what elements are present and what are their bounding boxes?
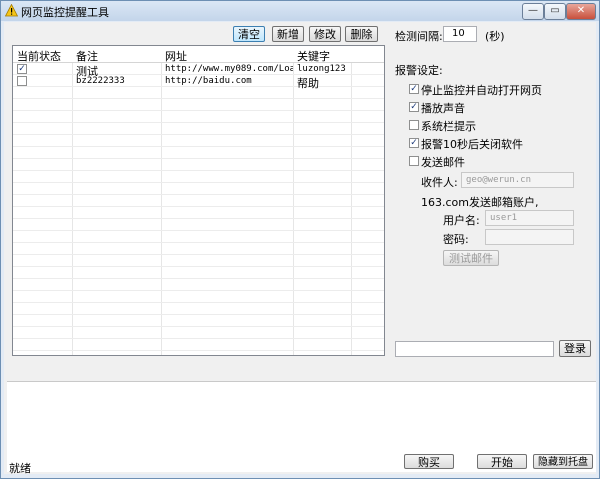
recipient-label: 收件人: — [421, 176, 458, 189]
start-button[interactable]: 开始 — [477, 454, 527, 469]
stop-and-open-checkbox[interactable]: ✓ — [409, 84, 419, 94]
row-status-checkbox[interactable]: ✓ — [17, 64, 27, 74]
play-sound-label[interactable]: 播放声音 — [421, 100, 465, 116]
window-title: 网页监控提醒工具 — [21, 6, 109, 19]
column-note[interactable]: 备注 — [76, 48, 98, 64]
login-input[interactable] — [395, 341, 554, 357]
send-mail-label[interactable]: 发送邮件 — [421, 154, 465, 170]
close-icon: ✕ — [576, 5, 586, 16]
edit-button[interactable]: 修改 — [309, 26, 341, 42]
send-mail-checkbox[interactable] — [409, 156, 419, 166]
stop-and-open-label[interactable]: 停止监控并自动打开网页 — [421, 82, 542, 98]
password-label: 密码: — [443, 233, 469, 246]
column-status[interactable]: 当前状态 — [17, 48, 61, 64]
tray-notify-label[interactable]: 系统栏提示 — [421, 118, 476, 134]
login-button[interactable]: 登录 — [559, 340, 591, 357]
alarm-settings-title: 报警设定: — [395, 64, 443, 77]
hide-to-tray-button[interactable]: 隐藏到托盘 — [533, 454, 593, 469]
add-button[interactable]: 新增 — [272, 26, 304, 42]
username-input[interactable]: user1 — [485, 210, 574, 226]
list-header: 当前状态 备注 网址 关键字 — [13, 46, 384, 63]
maximize-button[interactable]: ▭ — [544, 3, 566, 20]
auto-close-checkbox[interactable]: ✓ — [409, 138, 419, 148]
maximize-icon: ▭ — [550, 5, 560, 16]
row-note: bz2222333 — [76, 76, 125, 86]
buy-button[interactable]: 购买 — [404, 454, 454, 469]
minimize-button[interactable]: — — [522, 3, 544, 20]
tray-notify-checkbox[interactable] — [409, 120, 419, 130]
warning-icon — [5, 4, 18, 17]
password-input[interactable] — [485, 229, 574, 245]
client-area: 清空 新增 修改 删除 当前状态 备注 网址 关键字 ✓ 测试 http://w… — [4, 22, 596, 474]
interval-input[interactable]: 10 — [443, 26, 477, 42]
column-url[interactable]: 网址 — [165, 48, 187, 64]
minimize-icon: — — [528, 5, 538, 16]
monitor-list[interactable]: 当前状态 备注 网址 关键字 ✓ 测试 http://www.my089.com… — [12, 45, 385, 356]
clear-button[interactable]: 清空 — [233, 26, 265, 42]
test-mail-button[interactable]: 测试邮件 — [443, 250, 499, 266]
row-url: http://baidu.com — [165, 76, 252, 86]
recipient-input[interactable]: geo@werun.cn — [461, 172, 574, 188]
row-status-checkbox[interactable] — [17, 76, 27, 86]
column-keyword[interactable]: 关键字 — [297, 48, 330, 64]
interval-label: 检测间隔: — [395, 30, 443, 43]
play-sound-checkbox[interactable]: ✓ — [409, 102, 419, 112]
app-window: 网页监控提醒工具 — ▭ ✕ 清空 新增 修改 删除 当前状态 备注 网址 关键… — [0, 0, 600, 479]
row-keyword: 帮助 — [297, 77, 319, 90]
row-keyword: luzong123 — [297, 64, 346, 74]
row-url: http://www.my089.com/Loan... — [165, 64, 293, 74]
status-text: 就绪 — [9, 462, 31, 475]
mail-account-label: 163.com发送邮箱账户, — [421, 196, 539, 209]
auto-close-label[interactable]: 报警10秒后关闭软件 — [421, 136, 523, 152]
title-bar[interactable]: 网页监控提醒工具 — ▭ ✕ — [1, 1, 599, 21]
close-button[interactable]: ✕ — [566, 3, 596, 20]
interval-unit: (秒) — [485, 30, 505, 43]
delete-button[interactable]: 删除 — [345, 26, 378, 42]
username-label: 用户名: — [443, 214, 480, 227]
